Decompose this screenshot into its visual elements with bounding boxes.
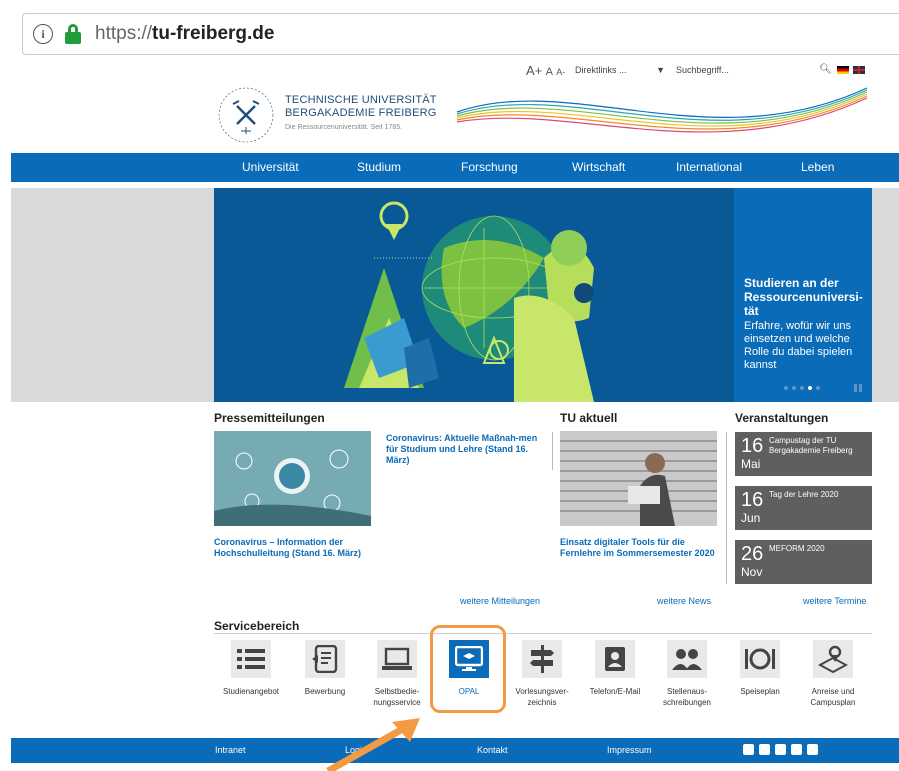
carousel-dot[interactable] — [816, 386, 820, 390]
more-news-link[interactable]: weitere News — [657, 596, 711, 606]
opal-highlight-box — [430, 625, 506, 713]
hero-illustration[interactable] — [214, 188, 734, 402]
university-tagline: Die Ressourcenuniversität. Seit 1765. — [285, 124, 403, 131]
service-label-telefon-email[interactable]: Telefon/E-Mail — [575, 686, 655, 697]
event-month: Nov — [741, 565, 763, 579]
search-icon[interactable]: 🔍︎ — [819, 64, 832, 75]
press-link-coronavirus-measures[interactable]: Coronavirus: Aktuelle Maßnah-men für Stu… — [386, 433, 546, 466]
service-label-bewerbung[interactable]: Bewerbung — [285, 686, 365, 697]
search-placeholder: Suchbegriff... — [676, 64, 729, 75]
events-divider — [726, 432, 727, 584]
more-press-link[interactable]: weitere Mitteilungen — [460, 596, 540, 606]
event-title: Tag der Lehre 2020 — [769, 490, 839, 499]
hero-heading: Studieren an der Ressourcenuniversi-tät — [744, 276, 863, 318]
direct-links-select[interactable]: Direktlinks ... ▼ — [575, 62, 665, 77]
footer-link-intranet[interactable]: Intranet — [215, 745, 246, 755]
dining-icon[interactable] — [740, 640, 780, 678]
address-bar[interactable]: i https://tu-freiberg.de — [22, 13, 899, 55]
tu-aktuell-image[interactable] — [560, 431, 717, 526]
service-label-anreise[interactable]: Anreise und Campusplan — [793, 686, 873, 708]
german-flag-icon[interactable] — [837, 66, 849, 74]
font-normal-button[interactable]: A — [546, 66, 553, 78]
service-label-stellenausschreibungen[interactable]: Stellenaus-schreibungen — [647, 686, 727, 708]
direct-links-label: Direktlinks ... — [575, 64, 627, 75]
page-root: { "browser": { "url_prefix": "https://",… — [0, 0, 899, 771]
divider — [552, 432, 553, 470]
font-size-controls: A+ A A- — [526, 63, 565, 78]
service-label-vorlesungsverzeichnis[interactable]: Vorlesungsver-zeichnis — [502, 686, 582, 708]
hero-teaser[interactable]: Studieren an der Ressourcenuniversi-tät … — [734, 188, 872, 402]
nav-universitaet[interactable]: Universität — [242, 160, 299, 174]
dropdown-arrow-icon: ▼ — [656, 64, 665, 75]
service-section-title: Servicebereich — [214, 619, 300, 633]
main-navigation: Universität Studium Forschung Wirtschaft… — [11, 153, 899, 182]
nav-studium[interactable]: Studium — [357, 160, 401, 174]
twitter-icon[interactable] — [759, 744, 770, 755]
list-icon[interactable] — [231, 640, 271, 678]
hero-text: Erfahre, wofür wir uns einsetzen und wel… — [744, 320, 853, 371]
university-name-line2: BERGAKADEMIE FREIBERG — [285, 107, 437, 119]
press-section-title: Pressemitteilungen — [214, 411, 325, 425]
seal-icon — [218, 87, 274, 143]
event-day: 26 — [741, 543, 764, 565]
service-divider — [214, 633, 872, 634]
rss-icon[interactable] — [807, 744, 818, 755]
event-month: Jun — [741, 511, 761, 525]
event-day: 16 — [741, 435, 764, 457]
search-input[interactable]: Suchbegriff... 🔍︎ — [676, 62, 832, 77]
event-title: MEFORM 2020 — [769, 544, 825, 553]
nav-wirtschaft[interactable]: Wirtschaft — [572, 160, 625, 174]
event-title: Campustag der TU Bergakademie Freiberg — [769, 436, 853, 455]
youtube-icon[interactable] — [791, 744, 802, 755]
carousel-dot-active[interactable] — [808, 386, 812, 390]
annotation-arrow-icon — [326, 718, 420, 771]
event-meform[interactable]: 26 Nov MEFORM 2020 — [735, 540, 872, 584]
footer-link-impressum[interactable]: Impressum — [607, 745, 652, 755]
university-logo[interactable]: TECHNISCHE UNIVERSITÄT BERGAKADEMIE FREI… — [215, 84, 445, 146]
press-image-coronavirus[interactable] — [214, 431, 371, 526]
hero-image — [214, 188, 734, 402]
contact-icon[interactable] — [595, 640, 635, 678]
laptop-icon[interactable] — [377, 640, 417, 678]
nav-forschung[interactable]: Forschung — [461, 160, 518, 174]
info-icon[interactable]: i — [33, 24, 53, 44]
more-events-link[interactable]: weitere Termine — [803, 596, 866, 606]
url-scheme: https:// — [95, 23, 153, 44]
font-increase-button[interactable]: A+ — [526, 63, 542, 78]
carousel-dot[interactable] — [784, 386, 788, 390]
event-tag-der-lehre[interactable]: 16 Jun Tag der Lehre 2020 — [735, 486, 872, 530]
url-text[interactable]: https://tu-freiberg.de — [95, 23, 274, 45]
footer-link-kontakt[interactable]: Kontakt — [477, 745, 508, 755]
carousel-dot[interactable] — [800, 386, 804, 390]
instagram-icon[interactable] — [775, 744, 786, 755]
font-decrease-button[interactable]: A- — [556, 67, 565, 77]
event-campustag[interactable]: 16 Mai Campustag der TU Bergakademie Fre… — [735, 432, 872, 476]
decorative-waves — [456, 87, 868, 133]
facebook-icon[interactable] — [743, 744, 754, 755]
event-month: Mai — [741, 457, 761, 471]
service-label-selbstbedienungsservice[interactable]: Selbstbedie-nungsservice — [357, 686, 437, 708]
application-icon[interactable] — [305, 640, 345, 678]
nav-leben[interactable]: Leben — [801, 160, 834, 174]
tu-aktuell-title: TU aktuell — [560, 411, 618, 425]
carousel-dot[interactable] — [792, 386, 796, 390]
people-icon[interactable] — [667, 640, 707, 678]
events-title: Veranstaltungen — [735, 411, 829, 425]
utility-bar: A+ A A- Direktlinks ... ▼ Suchbegriff...… — [0, 60, 899, 80]
service-label-speiseplan[interactable]: Speiseplan — [720, 686, 800, 697]
event-day: 16 — [741, 489, 764, 511]
url-host: tu-freiberg.de — [152, 23, 275, 44]
press-link-coronavirus-info[interactable]: Coronavirus – Information der Hochschull… — [214, 537, 372, 559]
nav-international[interactable]: International — [676, 160, 742, 174]
pause-icon[interactable] — [854, 384, 862, 392]
lock-icon[interactable] — [65, 24, 81, 44]
tu-aktuell-link-digital-tools[interactable]: Einsatz digitaler Tools für die Fernlehr… — [560, 537, 718, 559]
english-flag-icon[interactable] — [853, 66, 865, 74]
signpost-icon[interactable] — [522, 640, 562, 678]
university-name: TECHNISCHE UNIVERSITÄT BERGAKADEMIE FREI… — [285, 94, 437, 120]
service-label-studienangebot[interactable]: Studienangebot — [211, 686, 291, 697]
map-pin-icon[interactable] — [813, 640, 853, 678]
carousel-dots — [784, 386, 820, 390]
university-name-line1: TECHNISCHE UNIVERSITÄT — [285, 94, 437, 106]
